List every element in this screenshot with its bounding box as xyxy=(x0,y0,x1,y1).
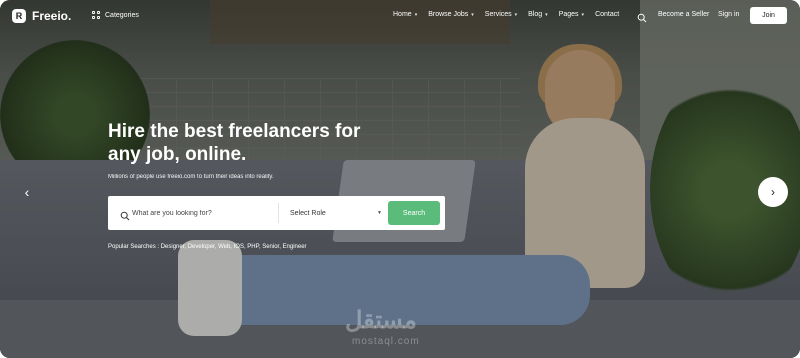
nav-label: Pages xyxy=(558,11,579,18)
chevron-down-icon: ▾ xyxy=(514,11,518,18)
hero-title: Hire the best freelancers for any job, o… xyxy=(108,121,361,165)
nav-item-pages[interactable]: Pages ▾ xyxy=(559,11,584,18)
nav-item-home[interactable]: Home ▾ xyxy=(393,11,417,18)
nav-item-contact[interactable]: Contact xyxy=(595,11,619,18)
logo-icon: R xyxy=(12,9,26,23)
search-input[interactable] xyxy=(132,204,277,222)
search-button[interactable]: Search xyxy=(388,201,440,225)
nav-label: Home xyxy=(393,11,412,18)
chevron-left-icon[interactable]: ‹ xyxy=(18,183,36,201)
chevron-down-icon: ▾ xyxy=(545,11,548,18)
become-seller-link[interactable]: Become a Seller xyxy=(658,11,709,18)
sign-in-link[interactable]: Sign in xyxy=(718,11,739,18)
popular-searches: Popular Searches : Designer, Developer, … xyxy=(108,244,307,250)
nav-label: Contact xyxy=(595,11,620,18)
chevron-down-icon: ▾ xyxy=(414,11,418,18)
search-icon[interactable] xyxy=(637,10,647,23)
join-button[interactable]: Join xyxy=(750,7,787,24)
nav-label: Browse Jobs xyxy=(428,11,469,18)
caret-down-icon: ▼ xyxy=(377,210,382,216)
categories-label: Categories xyxy=(105,11,139,19)
chevron-right-icon[interactable]: › xyxy=(758,177,788,207)
nav-item-blog[interactable]: Blog ▾ xyxy=(528,11,548,18)
role-select[interactable]: Select Role ▼ xyxy=(290,205,382,221)
nav-item-browse-jobs[interactable]: Browse Jobs ▾ xyxy=(428,11,474,18)
search-icon xyxy=(120,208,130,221)
watermark-sub: mostaql.com xyxy=(352,336,420,347)
logo-text: Freeio. xyxy=(32,9,72,23)
grid-icon xyxy=(92,11,100,19)
role-select-value: Select Role xyxy=(290,209,326,217)
nav-label: Services xyxy=(484,11,512,18)
watermark-text: مستقل xyxy=(345,307,417,334)
search-divider xyxy=(278,203,279,223)
site-header: R Freeio. Categories Home ▾ Browse Jobs … xyxy=(0,0,800,34)
nav-label: Blog xyxy=(528,11,543,18)
hero-screenshot: R Freeio. Categories Home ▾ Browse Jobs … xyxy=(0,0,800,358)
chevron-down-icon: ▾ xyxy=(471,11,474,18)
nav-item-services[interactable]: Services ▾ xyxy=(485,11,517,18)
logo[interactable]: R Freeio. xyxy=(12,9,71,23)
hero-subtitle: Millions of people use freeio.com to tur… xyxy=(108,174,274,180)
logo-letter: R xyxy=(15,10,23,21)
main-nav: Home ▾ Browse Jobs ▾ Services ▾ Blog ▾ P… xyxy=(393,11,630,18)
hero-search-form: Select Role ▼ Search xyxy=(108,196,445,230)
categories-menu[interactable]: Categories xyxy=(92,11,139,19)
chevron-down-icon: ▾ xyxy=(581,11,585,18)
